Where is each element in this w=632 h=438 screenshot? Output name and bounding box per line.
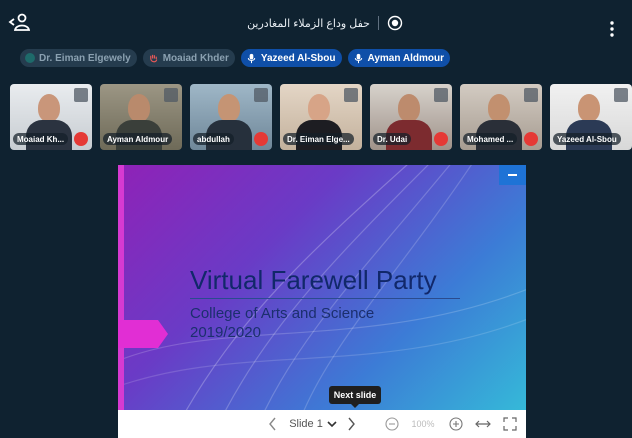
chip-participant[interactable]: Dr. Eiman Elgewely	[20, 49, 137, 67]
zoom-level-text: 100%	[411, 419, 435, 429]
more-options-icon[interactable]	[606, 20, 618, 38]
participants-icon[interactable]	[8, 10, 32, 34]
video-thumbnail[interactable]: Mohamed ...	[460, 84, 542, 150]
participant-face	[128, 94, 150, 122]
chip-participant[interactable]: Moaiad Khder	[142, 49, 235, 67]
fit-width-icon[interactable]	[474, 416, 492, 432]
expand-icon[interactable]	[74, 88, 88, 102]
shared-presentation-slide: Virtual Farewell Party College of Arts a…	[118, 165, 526, 410]
mic-off-icon	[524, 132, 538, 146]
chip-label: Moaiad Khder	[162, 52, 229, 64]
video-thumbnail[interactable]: abdullah	[190, 84, 272, 150]
next-slide-icon[interactable]	[346, 416, 356, 432]
slide-subtitle: College of Arts and Science	[190, 305, 375, 322]
slide-title-underline	[190, 298, 460, 299]
chip-label: Ayman Aldmour	[367, 52, 445, 64]
status-dot-icon	[25, 53, 35, 63]
participant-face	[488, 94, 510, 122]
participant-face	[38, 94, 60, 122]
video-thumbnail[interactable]: Ayman Aldmour	[100, 84, 182, 150]
video-thumbnail[interactable]: Dr. Eiman Elge...	[280, 84, 362, 150]
slide-title: Virtual Farewell Party	[190, 265, 437, 295]
video-thumbnail[interactable]: Dr. Udai	[370, 84, 452, 150]
zoom-level: 100%	[410, 416, 436, 432]
meeting-title-area: حفل وداع الزملاء المغادرين	[230, 14, 420, 32]
mic-icon	[247, 53, 256, 63]
minimize-icon	[508, 174, 517, 176]
expand-icon[interactable]	[164, 88, 178, 102]
chip-label: Yazeed Al-Sbou	[260, 52, 336, 64]
top-bar: حفل وداع الزملاء المغادرين	[0, 0, 632, 44]
chip-participant[interactable]: Ayman Aldmour	[347, 49, 450, 67]
zoom-out-icon[interactable]	[384, 416, 400, 432]
chip-label: Dr. Eiman Elgewely	[39, 52, 131, 64]
slide-accent-arrow	[118, 320, 168, 348]
title-divider	[377, 16, 379, 30]
next-slide-tooltip: Next slide	[329, 386, 381, 408]
hand-icon	[149, 54, 158, 62]
slide-label-text: Slide 1	[289, 418, 323, 430]
slide-dropdown-chevron-icon[interactable]	[326, 416, 338, 432]
expand-icon[interactable]	[614, 88, 628, 102]
thumbnail-label: Moaiad Kh...	[13, 133, 69, 145]
thumbnail-label: Yazeed Al-Sbou	[553, 133, 621, 145]
mic-off-icon	[254, 132, 268, 146]
thumbnail-label: Mohamed ...	[463, 133, 518, 145]
slide-accent-bar	[118, 165, 124, 410]
expand-icon[interactable]	[344, 88, 358, 102]
mic-icon	[354, 53, 362, 63]
thumbnail-label: Dr. Udai	[373, 133, 412, 145]
slide-number-label: Slide 1	[289, 416, 323, 432]
participant-chips: Dr. Eiman Elgewely Moaiad Khder Yazeed A…	[20, 49, 450, 67]
thumbnail-label: Dr. Eiman Elge...	[283, 133, 354, 145]
chip-participant[interactable]: Yazeed Al-Sbou	[240, 49, 342, 67]
participant-face	[398, 94, 420, 122]
participant-face	[578, 94, 600, 122]
thumbnail-label: Ayman Aldmour	[103, 133, 173, 145]
presentation-controls: Slide 1 100%	[118, 410, 526, 438]
participant-face	[308, 94, 330, 122]
mic-off-icon	[434, 132, 448, 146]
mic-off-icon	[74, 132, 88, 146]
expand-icon[interactable]	[434, 88, 448, 102]
previous-slide-icon[interactable]	[268, 416, 278, 432]
slide-year: 2019/2020	[190, 324, 261, 341]
expand-icon[interactable]	[254, 88, 268, 102]
meeting-title: حفل وداع الزملاء المغادرين	[247, 17, 370, 30]
fullscreen-icon[interactable]	[502, 416, 518, 432]
zoom-in-icon[interactable]	[448, 416, 464, 432]
video-thumbnail[interactable]: Yazeed Al-Sbou	[550, 84, 632, 150]
video-thumbnail-strip: Moaiad Kh... Ayman Aldmour abdullah Dr. …	[10, 84, 632, 152]
record-icon[interactable]	[387, 15, 403, 31]
minimize-presentation-button[interactable]	[499, 165, 526, 185]
expand-icon[interactable]	[524, 88, 538, 102]
participant-face	[218, 94, 240, 122]
thumbnail-label: abdullah	[193, 133, 234, 145]
video-thumbnail[interactable]: Moaiad Kh...	[10, 84, 92, 150]
